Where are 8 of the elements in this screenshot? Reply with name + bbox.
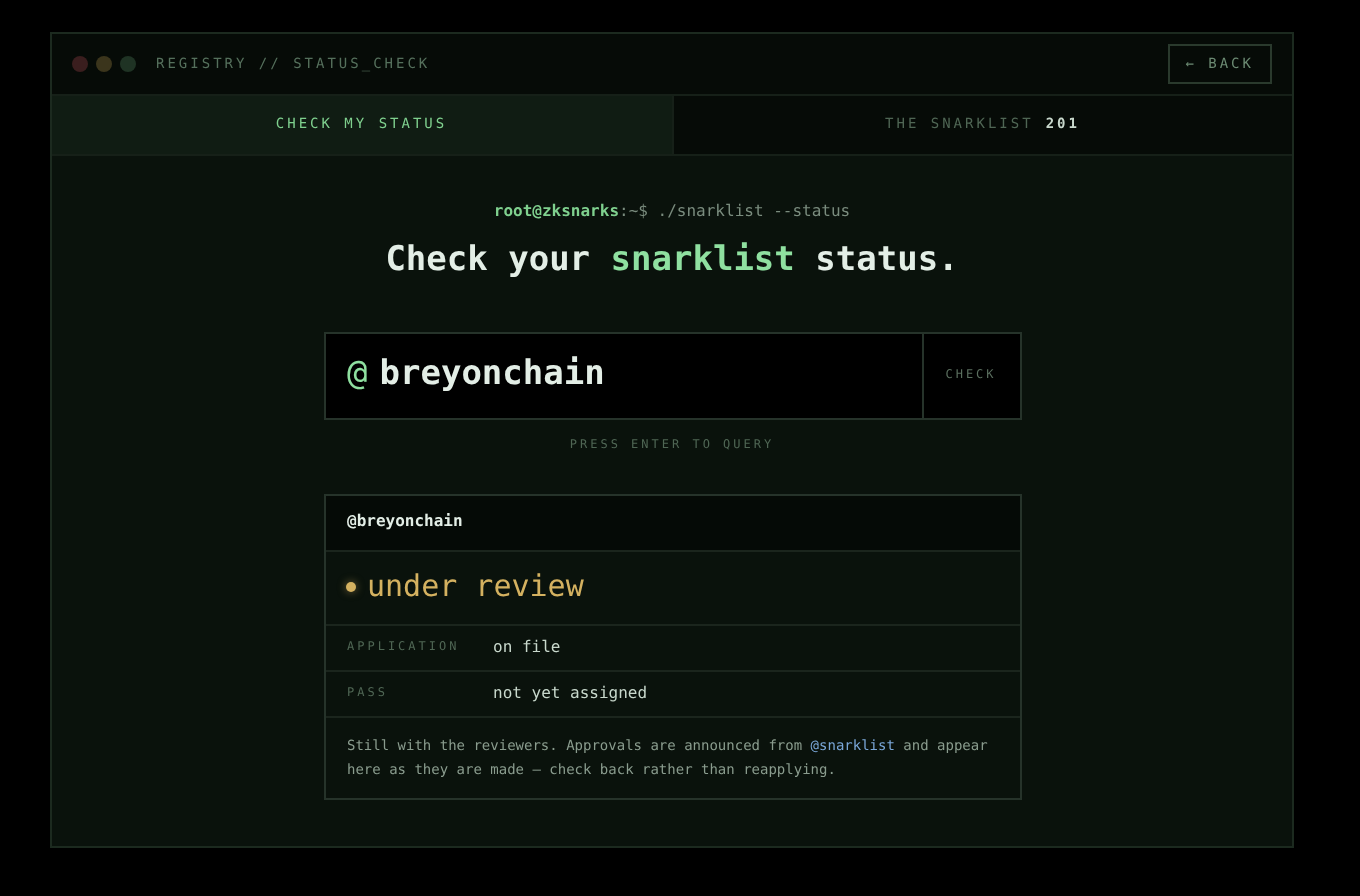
field-value: on file [493, 635, 561, 659]
status-text: under review [367, 566, 584, 609]
field-value: not yet assigned [493, 681, 648, 705]
handle-input[interactable]: breyonchain [379, 349, 860, 401]
at-prefix: @ [347, 351, 368, 398]
terminal-prompt: root@zksnarks:~$ ./snarklist --status [493, 200, 851, 224]
result-handle: @breyonchain [325, 495, 1019, 551]
headline: Check your snarklist status. [385, 238, 959, 284]
